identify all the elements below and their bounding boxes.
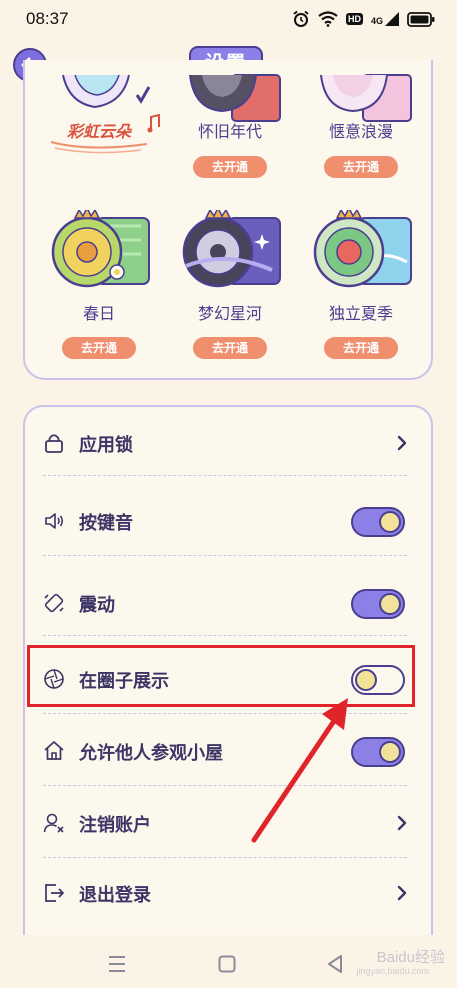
status-bar: 08:37 HD 4G	[0, 0, 457, 38]
open-theme-button[interactable]: 去开通	[324, 156, 398, 178]
toggle-knob	[379, 511, 401, 533]
theme-item-nostalgia[interactable]: 怀旧年代 去开通	[170, 60, 290, 190]
wifi-icon	[318, 11, 338, 27]
theme-name: 怀旧年代	[197, 122, 262, 141]
menu-icon[interactable]	[108, 954, 126, 974]
speaker-icon	[45, 513, 64, 529]
theme-name: 梦幻星河	[197, 304, 262, 323]
vibrate-icon	[44, 593, 64, 613]
divider	[43, 555, 407, 556]
theme-name: 春日	[82, 304, 115, 323]
theme-preview-independent-summer	[313, 210, 412, 288]
key-sound-toggle[interactable]	[351, 507, 405, 537]
user-remove-icon	[43, 813, 64, 833]
setting-label: 退出登录	[79, 885, 151, 906]
theme-item-rainbow-cloud[interactable]: 彩虹云朵	[39, 60, 160, 190]
vibration-toggle[interactable]	[351, 589, 405, 619]
open-theme-button[interactable]: 去开通	[193, 156, 267, 178]
status-icons: HD 4G	[292, 10, 435, 28]
chevron-right-icon	[397, 815, 407, 831]
theme-item-romance[interactable]: 惬意浪漫 去开通	[301, 60, 421, 190]
open-theme-button[interactable]: 去开通	[324, 337, 398, 359]
annotation-arrow	[251, 698, 348, 843]
signal-icon: 4G	[371, 12, 399, 26]
setting-label: 允许他人参观小屋	[79, 743, 223, 764]
back-nav-icon[interactable]	[326, 954, 344, 974]
theme-item-dream-galaxy[interactable]: 梦幻星河 去开通	[170, 210, 290, 360]
toggle-knob	[379, 741, 401, 763]
theme-name: 惬意浪漫	[328, 122, 393, 141]
theme-name: 独立夏季	[328, 304, 393, 323]
toggle-knob	[379, 593, 401, 615]
theme-item-independent-summer[interactable]: 独立夏季 去开通	[301, 210, 421, 360]
hd-badge: HD	[345, 13, 363, 25]
alarm-icon	[293, 10, 309, 27]
setting-label: 震动	[79, 595, 115, 616]
setting-row-app-lock[interactable]: 应用锁	[25, 407, 431, 479]
theme-preview-dream-galaxy	[182, 210, 281, 288]
setting-row-vibration[interactable]: 震动	[25, 567, 431, 639]
setting-row-allow-visit[interactable]: 允许他人参观小屋	[25, 715, 431, 787]
setting-row-key-sound[interactable]: 按键音	[25, 485, 431, 557]
setting-row-delete-account[interactable]: 注销账户	[25, 787, 431, 859]
theme-preview-spring-day	[51, 210, 150, 288]
setting-label: 应用锁	[79, 435, 133, 456]
network-type: 4G	[370, 16, 383, 26]
setting-row-logout[interactable]: 退出登录	[25, 857, 431, 929]
home-icon[interactable]	[218, 954, 236, 974]
open-theme-button[interactable]: 去开通	[193, 337, 267, 359]
divider	[43, 475, 407, 476]
setting-label: 按键音	[79, 513, 133, 534]
status-time: 08:37	[26, 9, 69, 28]
setting-label: 注销账户	[79, 815, 151, 836]
house-icon	[44, 741, 64, 760]
theme-panel: 彩虹云朵 怀旧年代 去开通 惬意浪漫 去开通 春日 去开通 梦幻星河 去开通 独…	[23, 60, 433, 380]
logout-icon	[45, 884, 64, 902]
battery-icon	[407, 11, 435, 27]
theme-item-spring-day[interactable]: 春日 去开通	[39, 210, 159, 360]
divider	[43, 635, 407, 636]
watermark: Baidu经验	[376, 949, 445, 966]
chevron-right-icon	[397, 435, 407, 451]
open-theme-button[interactable]: 去开通	[62, 337, 136, 359]
lock-icon	[45, 434, 63, 453]
swoosh-decoration	[50, 141, 148, 154]
music-note-icon	[147, 114, 160, 133]
watermark-sub: jingyan.baidu.com	[356, 966, 429, 976]
chevron-right-icon	[397, 885, 407, 901]
